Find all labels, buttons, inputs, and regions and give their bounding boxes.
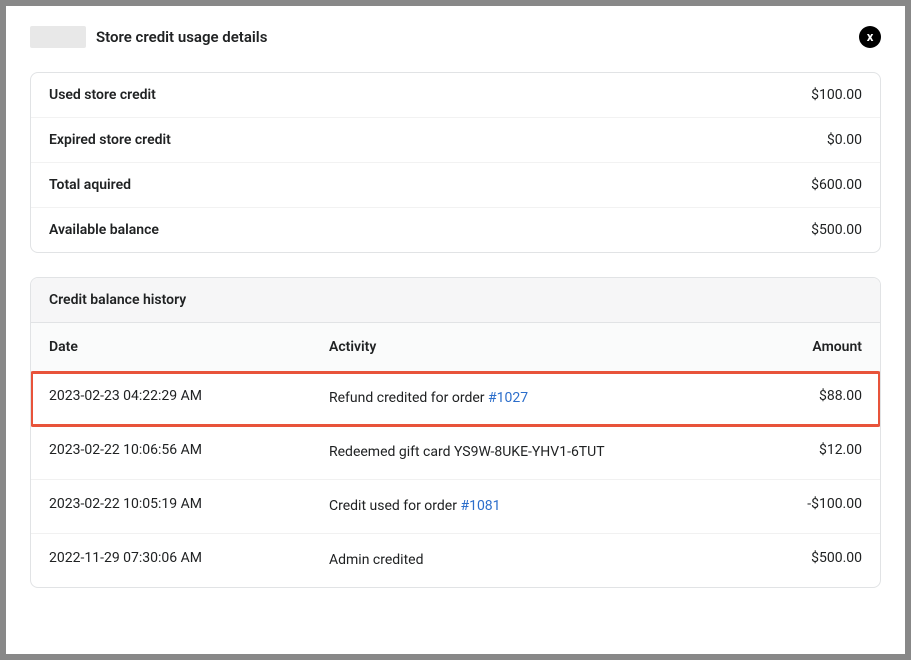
history-date: 2023-02-22 10:05:19 AM: [49, 496, 329, 512]
summary-row-acquired: Total aquired $600.00: [31, 162, 880, 207]
column-amount: Amount: [742, 339, 862, 355]
history-row: 2023-02-22 10:05:19 AMCredit used for or…: [31, 480, 880, 534]
history-activity: Credit used for order #1081: [329, 496, 742, 517]
summary-row-balance: Available balance $500.00: [31, 207, 880, 252]
history-amount: $500.00: [742, 550, 862, 566]
column-date: Date: [49, 339, 329, 355]
history-row: 2023-02-22 10:06:56 AMRedeemed gift card…: [31, 426, 880, 480]
summary-label: Available balance: [49, 222, 159, 238]
history-activity: Refund credited for order #1027: [329, 388, 742, 409]
history-column-header: Date Activity Amount: [31, 323, 880, 372]
summary-row-expired: Expired store credit $0.00: [31, 117, 880, 162]
history-row: 2023-02-23 04:22:29 AMRefund credited fo…: [31, 372, 880, 426]
summary-value: $600.00: [811, 177, 862, 193]
activity-prefix: Redeemed gift card YS9W-8UKE-YHV1-6TUT: [329, 444, 605, 460]
close-icon[interactable]: x: [859, 26, 881, 48]
customer-avatar-placeholder: [30, 26, 86, 48]
history-activity: Redeemed gift card YS9W-8UKE-YHV1-6TUT: [329, 442, 742, 463]
summary-label: Expired store credit: [49, 132, 171, 148]
history-body: 2023-02-23 04:22:29 AMRefund credited fo…: [31, 372, 880, 587]
modal-title: Store credit usage details: [96, 28, 267, 46]
activity-text: Credit used for order #1081: [329, 496, 619, 517]
history-row: 2022-11-29 07:30:06 AMAdmin credited $500…: [31, 534, 880, 587]
order-link[interactable]: #1027: [488, 390, 528, 406]
activity-prefix: Credit used for order: [329, 498, 460, 514]
summary-value: $100.00: [811, 87, 862, 103]
history-date: 2022-11-29 07:30:06 AM: [49, 550, 329, 566]
store-credit-modal: Store credit usage details x Used store …: [6, 6, 905, 654]
summary-card: Used store credit $100.00 Expired store …: [30, 72, 881, 253]
summary-row-used: Used store credit $100.00: [31, 73, 880, 117]
modal-title-wrap: Store credit usage details: [30, 26, 267, 48]
history-card: Credit balance history Date Activity Amo…: [30, 277, 881, 588]
history-amount: -$100.00: [742, 496, 862, 512]
history-title: Credit balance history: [31, 278, 880, 323]
activity-text: Redeemed gift card YS9W-8UKE-YHV1-6TUT: [329, 442, 619, 463]
history-date: 2023-02-23 04:22:29 AM: [49, 388, 329, 404]
summary-label: Used store credit: [49, 87, 156, 103]
activity-text: Admin credited: [329, 550, 619, 571]
history-activity: Admin credited: [329, 550, 742, 571]
column-activity: Activity: [329, 339, 742, 355]
activity-prefix: Refund credited for order: [329, 390, 488, 406]
modal-header: Store credit usage details x: [30, 26, 881, 48]
order-link[interactable]: #1081: [460, 498, 500, 514]
summary-value: $500.00: [811, 222, 862, 238]
activity-prefix: Admin credited: [329, 552, 423, 568]
history-date: 2023-02-22 10:06:56 AM: [49, 442, 329, 458]
activity-text: Refund credited for order #1027: [329, 388, 619, 409]
history-amount: $88.00: [742, 388, 862, 404]
summary-value: $0.00: [827, 132, 862, 148]
history-amount: $12.00: [742, 442, 862, 458]
summary-label: Total aquired: [49, 177, 131, 193]
